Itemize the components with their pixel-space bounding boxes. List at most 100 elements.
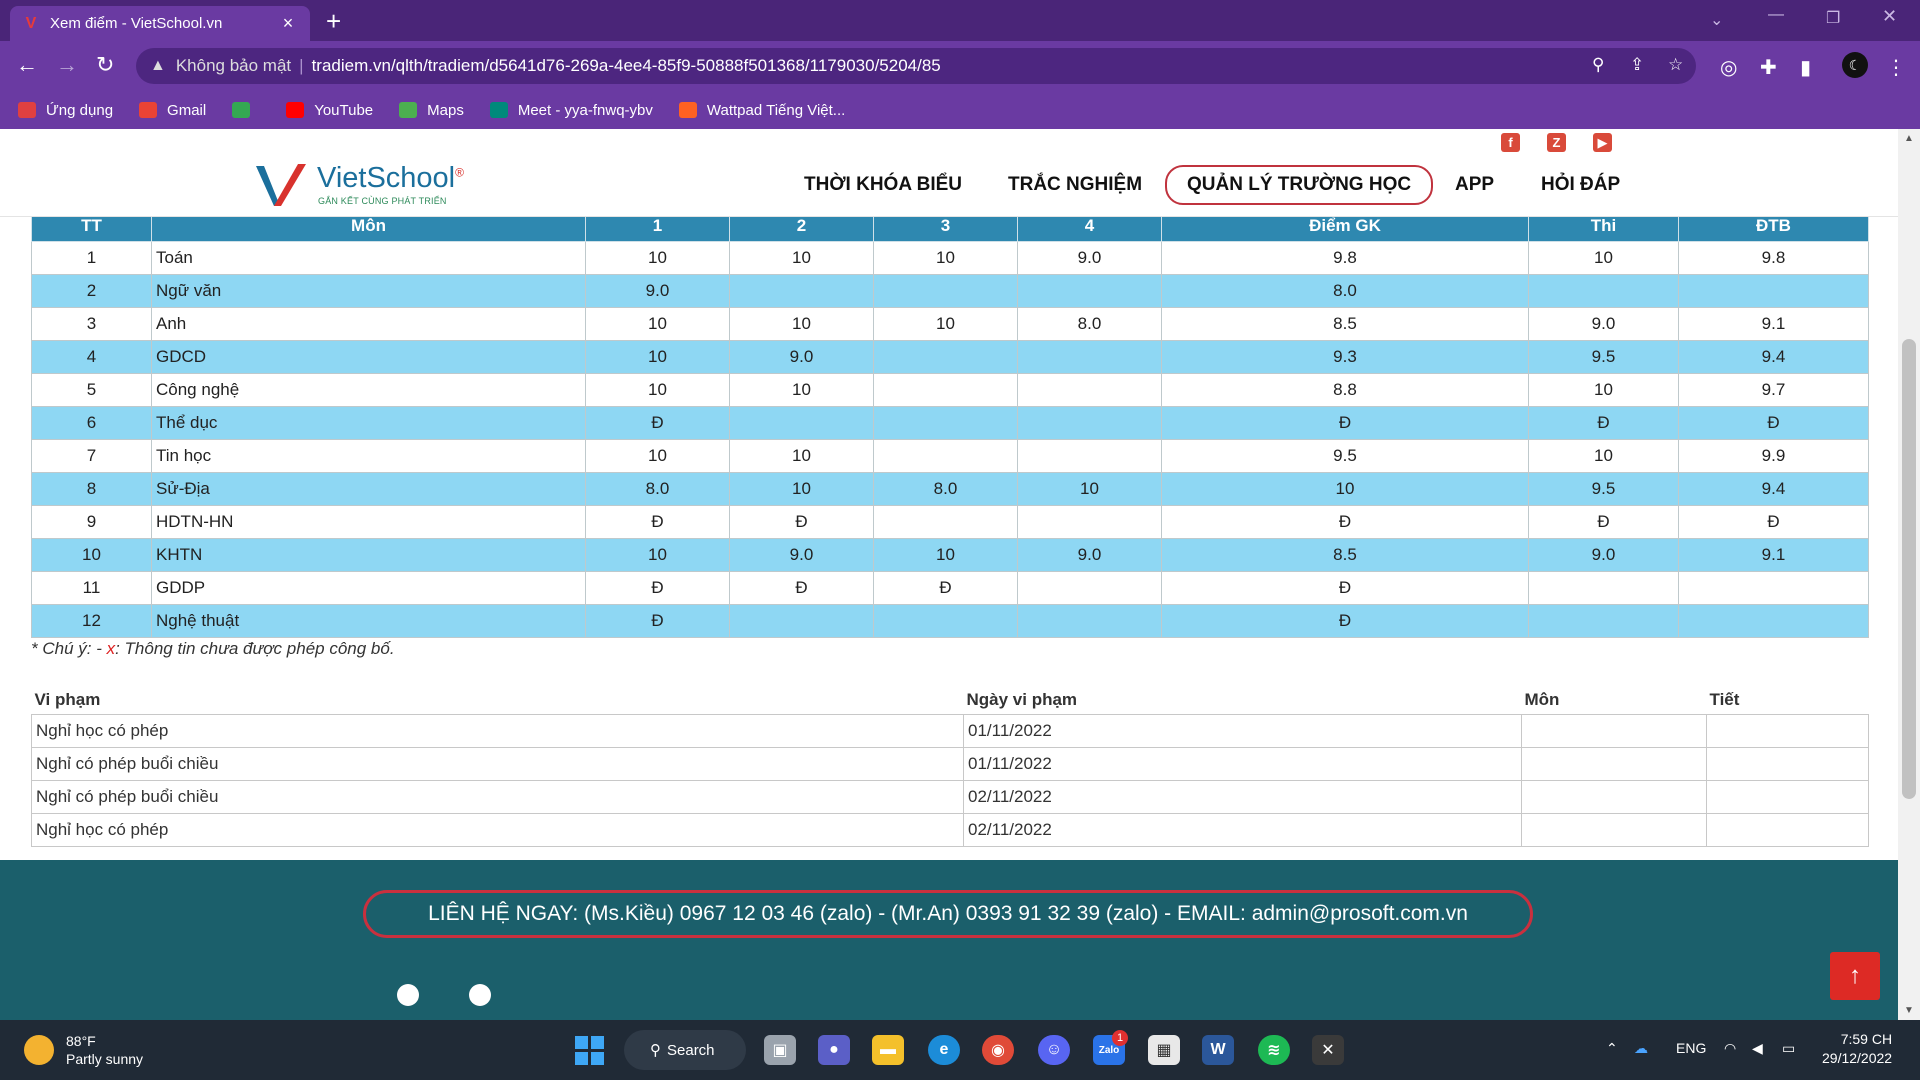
grade-cell-s3: 10 (873, 241, 1018, 275)
grade-cell-dtb: 9.8 (1678, 241, 1869, 275)
bookmark-label: Meet - yya-fnwq-ybv (517, 101, 653, 119)
warning-icon[interactable]: ▲ (150, 57, 166, 75)
spotify-icon[interactable]: ≋ (1258, 1035, 1290, 1065)
grade-cell-gk: Đ (1161, 406, 1529, 440)
scroll-down-icon[interactable]: ▼ (1904, 1005, 1914, 1016)
menu-icon[interactable]: ⋮ (1886, 55, 1906, 80)
app-icon[interactable]: ✕ (1312, 1035, 1344, 1065)
violation-cell-date: 01/11/2022 (963, 746, 1522, 781)
bookmark-star-icon[interactable]: ☆ (1668, 55, 1683, 75)
menu-quan-ly-truong-hoc[interactable]: QUẢN LÝ TRƯỜNG HỌC (1165, 165, 1434, 205)
grade-cell-s2: Đ (729, 505, 874, 539)
close-window-icon[interactable]: ✕ (1882, 6, 1897, 27)
grade-cell-s2: Đ (729, 571, 874, 605)
tray-chevron-icon[interactable]: ⌃ (1606, 1040, 1618, 1057)
teams-chat-icon[interactable]: ● (818, 1035, 850, 1065)
bookmark-meet[interactable]: Meet - yya-fnwq-ybv (489, 101, 653, 119)
grade-cell-s4: 9.0 (1017, 538, 1162, 572)
chrome-icon[interactable]: ◉ (982, 1035, 1014, 1065)
forward-icon[interactable]: → (56, 53, 78, 77)
file-explorer-icon[interactable]: ▬ (872, 1035, 904, 1065)
weather-widget[interactable]: 88°F Partly sunny (24, 1032, 143, 1068)
extension-icon[interactable]: ◎ (1720, 55, 1737, 80)
grade-cell-thi: 9.0 (1528, 538, 1679, 572)
violation-cell-type: Nghỉ có phép buổi chiều (31, 779, 964, 814)
grade-cell-s1: 9.0 (585, 274, 730, 308)
grade-cell-thi (1528, 274, 1679, 308)
reload-icon[interactable]: ↻ (96, 53, 114, 77)
grade-cell-s4 (1017, 340, 1162, 374)
vietschool-logo[interactable]: VietSchool® GẮN KẾT CÙNG PHÁT TRIỂN (254, 156, 474, 214)
word-icon[interactable]: W (1202, 1035, 1234, 1065)
grade-cell-tt: 8 (31, 472, 152, 506)
scroll-to-top-button[interactable]: ↑ (1830, 952, 1880, 1000)
back-icon[interactable]: ← (16, 53, 38, 77)
bookmark-apps[interactable]: Ứng dụng (18, 102, 113, 119)
minimize-icon[interactable]: — (1768, 6, 1784, 24)
clock-date: 29/12/2022 (1822, 1050, 1893, 1066)
grade-row: 9 HDTN-HN Đ Đ Đ Đ Đ (31, 505, 1869, 539)
discord-icon[interactable]: ☺ (1038, 1035, 1070, 1065)
grade-cell-gk: Đ (1161, 571, 1529, 605)
share-icon[interactable]: ⇪ (1630, 55, 1644, 75)
grade-cell-subject: Công nghệ (151, 373, 586, 407)
edge-icon[interactable]: e (928, 1035, 960, 1065)
taskbar-search[interactable]: ⚲ Search (624, 1030, 746, 1070)
new-tab-button[interactable]: + (326, 6, 341, 36)
store-icon[interactable]: ▦ (1148, 1035, 1180, 1065)
profile-avatar[interactable]: ☾ (1842, 52, 1868, 78)
browser-tab[interactable]: V Xem điểm - VietSchool.vn × (10, 6, 310, 41)
page-scrollbar[interactable]: ▲ ▼ (1898, 129, 1920, 1020)
facebook-icon[interactable]: f (1501, 133, 1520, 152)
url-text[interactable]: tradiem.vn/qlth/tradiem/d5641d76-269a-4e… (312, 56, 941, 76)
grade-cell-s1: 10 (585, 241, 730, 275)
grade-cell-thi: 9.5 (1528, 472, 1679, 506)
menu-thoi-khoa-bieu[interactable]: THỜI KHÓA BIỂU (804, 168, 962, 202)
bookmark-maps[interactable]: Maps (399, 102, 464, 119)
grade-cell-tt: 2 (31, 274, 152, 308)
grade-row: 6 Thể dục Đ Đ Đ Đ (31, 406, 1869, 440)
battery-icon[interactable]: ▭ (1782, 1040, 1795, 1057)
bookmark-label: Wattpad Tiếng Việt... (706, 101, 846, 119)
youtube-icon[interactable]: ▶ (1593, 133, 1612, 152)
zoom-search-icon[interactable]: ⚲ (1592, 55, 1604, 75)
scroll-up-icon[interactable]: ▲ (1904, 133, 1914, 144)
bookmark-wattpad[interactable]: Wattpad Tiếng Việt... (678, 101, 846, 119)
contact-banner[interactable]: LIÊN HỆ NGAY: (Ms.Kiều) 0967 12 03 46 (z… (363, 890, 1533, 938)
task-view-icon[interactable]: ▣ (764, 1035, 796, 1065)
onedrive-icon[interactable]: ☁ (1634, 1040, 1648, 1057)
menu-trac-nghiem[interactable]: TRẮC NGHIỆM (1008, 168, 1142, 202)
clock[interactable]: 7:59 CH 29/12/2022 (1822, 1030, 1892, 1068)
grade-cell-s1: 10 (585, 340, 730, 374)
grade-cell-thi: 10 (1528, 439, 1679, 473)
zalo-icon[interactable]: Z (1547, 133, 1566, 152)
menu-app[interactable]: APP (1455, 168, 1494, 202)
clock-time: 7:59 CH (1840, 1031, 1893, 1047)
volume-icon[interactable]: ◀ (1752, 1040, 1763, 1057)
grade-cell-s3 (873, 439, 1018, 473)
sidepanel-icon[interactable]: ▮ (1800, 55, 1811, 80)
grade-cell-s2 (729, 604, 874, 638)
gmail-icon (139, 102, 158, 118)
close-tab-icon[interactable]: × (278, 13, 298, 34)
tab-search-icon[interactable]: ⌄ (1710, 10, 1723, 30)
violation-cell-subject (1521, 713, 1707, 748)
restore-icon[interactable]: ❐ (1826, 8, 1840, 28)
menu-hoi-dap[interactable]: HỎI ĐÁP (1541, 168, 1620, 202)
bookmark-youtube[interactable]: YouTube (286, 102, 373, 119)
language-indicator[interactable]: ENG (1676, 1040, 1706, 1056)
url-field[interactable]: ▲ Không bảo mật | tradiem.vn/qlth/tradie… (136, 48, 1696, 84)
grade-cell-dtb: Đ (1678, 505, 1869, 539)
scrollbar-thumb[interactable] (1902, 339, 1916, 799)
wifi-icon[interactable]: ◠ (1724, 1040, 1736, 1057)
grade-cell-s2 (729, 406, 874, 440)
grade-cell-tt: 3 (31, 307, 152, 341)
grade-row: 5 Công nghệ 10 10 8.8 10 9.7 (31, 373, 1869, 407)
security-label[interactable]: Không bảo mật (176, 56, 291, 76)
grade-cell-s3: 10 (873, 538, 1018, 572)
violation-cell-subject (1521, 746, 1707, 781)
bookmark-gmail[interactable]: Gmail (139, 102, 206, 119)
bookmark-drive[interactable] (232, 102, 260, 118)
start-windows-icon[interactable] (575, 1036, 605, 1066)
puzzle-icon[interactable]: ✚ (1760, 55, 1777, 80)
